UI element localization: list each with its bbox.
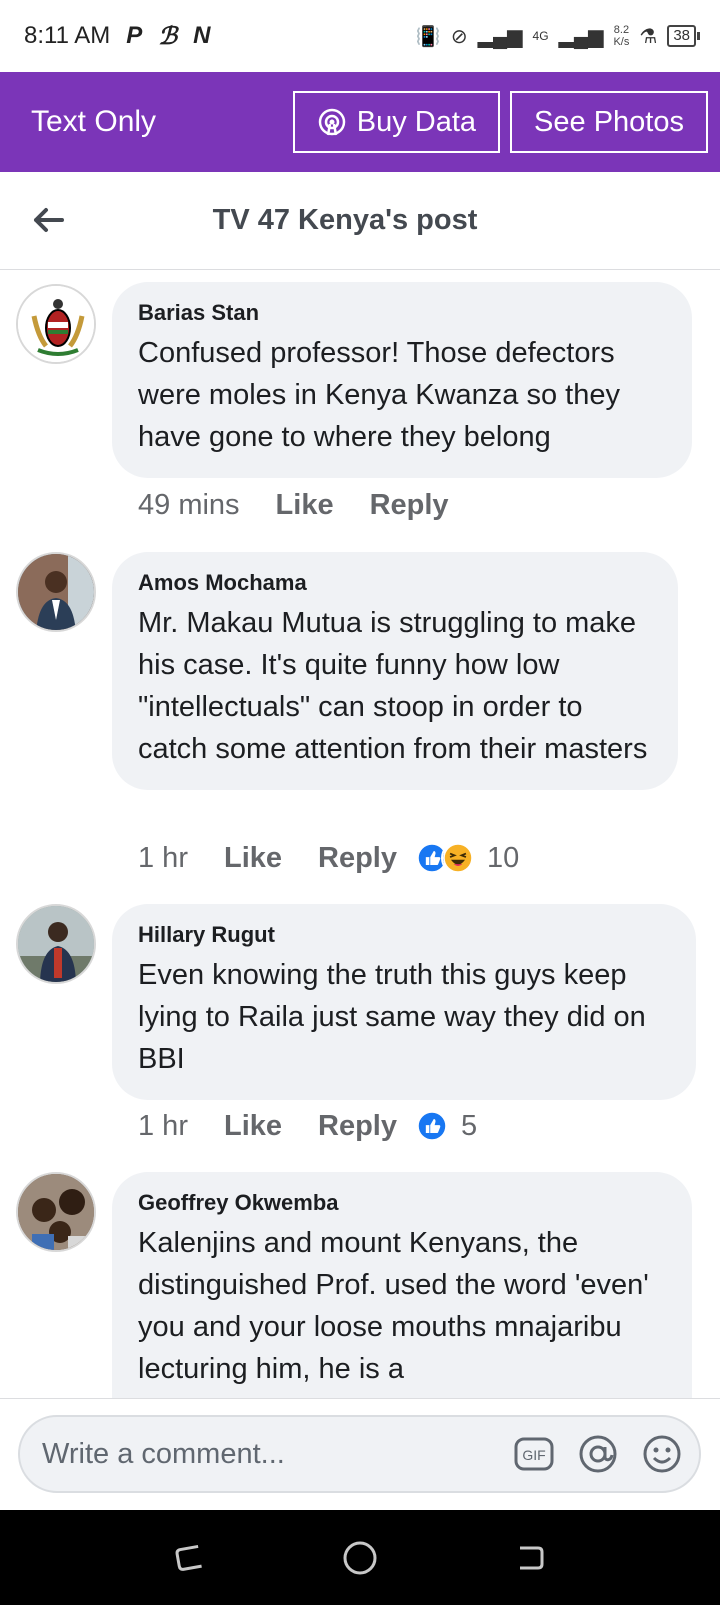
buy-data-button[interactable]: Buy Data — [292, 91, 501, 153]
notification-icons: P ℬ N — [126, 22, 210, 51]
back-arrow-icon[interactable] — [30, 202, 66, 238]
avatar[interactable] — [16, 552, 96, 632]
haha-reaction-icon — [441, 841, 475, 875]
reply-link[interactable]: Reply — [318, 842, 397, 875]
like-link[interactable]: Like — [224, 842, 282, 875]
comment-composer: GIF — [0, 1398, 720, 1510]
network-type: 4G — [532, 29, 549, 43]
avatar[interactable] — [16, 284, 96, 364]
comment-time[interactable]: 1 hr — [138, 842, 188, 875]
lab-icon: ⚗ — [639, 25, 658, 48]
comment-input-box[interactable]: GIF — [18, 1415, 701, 1493]
status-indicators: 📳 ⊘ ▂▄▆ 4G ▂▄▆ 8.2 K/s ⚗ 38 — [415, 24, 700, 49]
text-only-label: Text Only — [31, 105, 157, 138]
free-mode-bar: Text Only Buy Data See Photos — [0, 72, 720, 172]
dnd-icon: ⊘ — [450, 25, 468, 48]
comment-meta: 1 hr Like Reply 10 — [138, 841, 519, 875]
comment-text: Confused professor! Those defectors were… — [138, 337, 620, 453]
avatar[interactable] — [16, 904, 96, 984]
notification-bird-icon: ℬ — [158, 22, 178, 50]
reactions[interactable]: 10 — [415, 841, 519, 875]
post-header: TV 47 Kenya's post — [0, 172, 720, 270]
comment-text: Mr. Makau Mutua is struggling to make hi… — [138, 607, 648, 765]
status-bar: 8:11 AM P ℬ N 📳 ⊘ ▂▄▆ 4G ▂▄▆ 8.2 K/s ⚗ 3… — [0, 0, 720, 72]
like-link[interactable]: Like — [276, 489, 334, 522]
mention-icon[interactable] — [577, 1433, 619, 1475]
reply-link[interactable]: Reply — [318, 1110, 397, 1143]
gif-icon[interactable]: GIF — [513, 1433, 555, 1475]
person-photo-icon — [18, 554, 94, 630]
back-icon[interactable] — [510, 1538, 550, 1578]
comment-text: Kalenjins and mount Kenyans, the disting… — [138, 1227, 649, 1385]
vibrate-icon: 📳 — [415, 25, 441, 48]
signal-icon-2: ▂▄▆ — [558, 25, 604, 48]
like-link[interactable]: Like — [224, 1110, 282, 1143]
see-photos-label: See Photos — [534, 105, 684, 138]
notification-p-icon: P — [126, 22, 143, 49]
comment: Geoffrey Okwemba Kalenjins and mount Ken… — [0, 1172, 720, 1398]
comment-bubble: Amos Mochama Mr. Makau Mutua is struggli… — [112, 552, 678, 790]
system-nav-bar — [0, 1510, 720, 1605]
children-photo-icon — [18, 1174, 94, 1250]
comment-time[interactable]: 1 hr — [138, 1110, 188, 1143]
reaction-count: 5 — [461, 1109, 478, 1142]
comment-time[interactable]: 49 mins — [138, 489, 240, 522]
avatar[interactable] — [16, 1172, 96, 1252]
recent-apps-icon[interactable] — [170, 1538, 210, 1578]
emoji-icon[interactable] — [641, 1433, 683, 1475]
status-time: 8:11 AM — [24, 22, 111, 49]
comment-bubble: Hillary Rugut Even knowing the truth thi… — [112, 904, 696, 1100]
reply-link[interactable]: Reply — [370, 489, 449, 522]
notification-n-icon: N — [193, 22, 211, 49]
home-icon[interactable] — [340, 1538, 380, 1578]
comment-bubble: Barias Stan Confused professor! Those de… — [112, 282, 692, 478]
comment-author[interactable]: Geoffrey Okwemba — [138, 1190, 666, 1216]
post-title: TV 47 Kenya's post — [212, 204, 478, 236]
network-speed: 8.2 K/s — [613, 24, 630, 48]
top-buttons: Buy Data See Photos — [292, 91, 708, 153]
gif-icon-label: GIF — [522, 1447, 545, 1463]
battery-icon: 38 — [667, 25, 700, 47]
signal-icon: ▂▄▆ — [477, 25, 523, 48]
composer-icons: GIF — [513, 1433, 683, 1475]
person-photo-icon — [18, 906, 94, 982]
like-reaction-icon — [415, 1109, 449, 1143]
broadcast-icon — [318, 108, 345, 136]
comment-bubble: Geoffrey Okwemba Kalenjins and mount Ken… — [112, 1172, 692, 1398]
comment-author[interactable]: Amos Mochama — [138, 570, 652, 596]
comment-meta: 49 mins Like Reply — [138, 489, 449, 522]
comment-author[interactable]: Barias Stan — [138, 300, 666, 326]
comment-text: Even knowing the truth this guys keep ly… — [138, 959, 646, 1075]
reactions[interactable]: 5 — [415, 1109, 477, 1143]
comment-author[interactable]: Hillary Rugut — [138, 922, 670, 948]
buy-data-label: Buy Data — [356, 105, 477, 138]
coat-of-arms-icon — [18, 286, 94, 362]
comment-input[interactable] — [42, 1437, 513, 1471]
reaction-count: 10 — [487, 841, 520, 874]
comment-meta: 1 hr Like Reply 5 — [138, 1109, 477, 1143]
see-photos-button[interactable]: See Photos — [510, 91, 708, 153]
